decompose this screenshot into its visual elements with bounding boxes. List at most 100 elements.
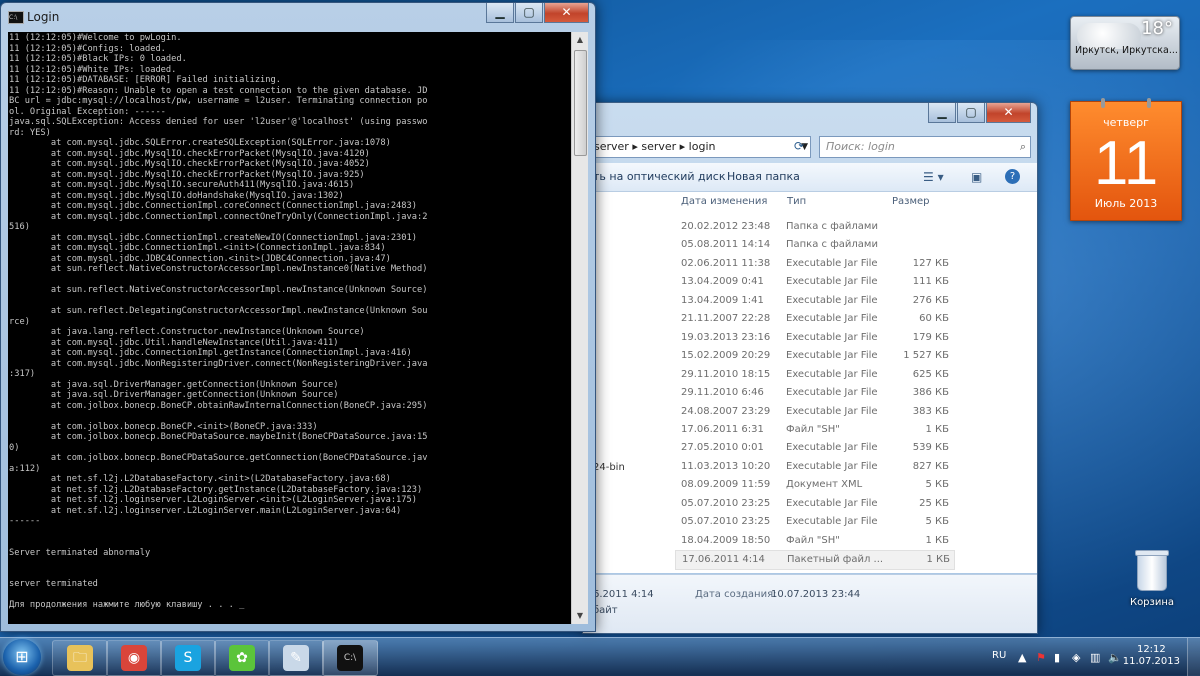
close-button[interactable]: ✕ bbox=[544, 3, 589, 23]
minimize-button[interactable]: ▁ bbox=[486, 3, 514, 23]
explorer-window-buttons: ▁ ▢ ✕ bbox=[928, 103, 1031, 123]
battery-icon[interactable]: ▮ bbox=[1054, 651, 1060, 664]
file-row[interactable]: 17.06.2011 6:31 Файл "SH" 1 КБ bbox=[675, 421, 953, 439]
file-row[interactable]: 11.03.2013 10:20 Executable Jar File 827 К… bbox=[675, 458, 953, 476]
file-date: 15.02.2009 20:29 bbox=[681, 350, 771, 362]
console-scrollbar[interactable]: ▲ ▼ bbox=[571, 32, 588, 624]
file-type: Файл "SH" bbox=[786, 534, 840, 546]
file-date: 11.03.2013 10:20 bbox=[681, 460, 771, 472]
file-row[interactable]: 15.02.2009 20:29 Executable Jar File 1 527… bbox=[675, 347, 953, 365]
view-options-icon[interactable]: ☰ ▾ bbox=[923, 163, 944, 191]
file-row[interactable]: 21.11.2007 22:28 Executable Jar File 60 КБ bbox=[675, 310, 953, 328]
maximize-button[interactable]: ▢ bbox=[515, 3, 543, 23]
taskbar-app-green-button[interactable]: ✿ bbox=[214, 640, 270, 676]
file-date: 24.08.2007 23:29 bbox=[681, 405, 771, 417]
search-icon[interactable]: ⌕ bbox=[1020, 137, 1026, 157]
taskbar-skype-button[interactable]: S bbox=[160, 640, 216, 676]
file-row[interactable]: 13.04.2009 0:41 Executable Jar File 111 КБ bbox=[675, 273, 953, 291]
address-bar[interactable]: server ▸ server ▸ login ▼ bbox=[587, 136, 811, 158]
file-date: 27.05.2010 0:01 bbox=[681, 442, 764, 454]
taskbar-explorer-button[interactable]: 🗀 bbox=[52, 640, 108, 676]
start-button[interactable]: ⊞ bbox=[3, 639, 41, 675]
close-button[interactable]: ✕ bbox=[986, 103, 1031, 123]
file-date: 13.04.2009 0:41 bbox=[681, 276, 764, 288]
scroll-up-icon[interactable]: ▲ bbox=[572, 32, 588, 48]
language-indicator[interactable]: RU bbox=[992, 650, 1006, 661]
details-size: байт bbox=[593, 605, 618, 616]
console-text: 11 (12:12:05)#Welcome to pwLogin. 11 (12… bbox=[9, 33, 428, 610]
help-icon[interactable]: ? bbox=[1005, 169, 1020, 184]
file-row[interactable]: 05.07.2010 23:25 Executable Jar File 25 КБ bbox=[675, 495, 953, 513]
minimize-button[interactable]: ▁ bbox=[928, 103, 956, 123]
taskbar: ⊞ 🗀 ◉ S ✿ ✎ C:\ RU ▲ ⚑ ▮ ◈ ▥ 🔈 12:12 11.07.20… bbox=[0, 637, 1200, 676]
explorer-window[interactable]: ▁ ▢ ✕ server ▸ server ▸ login ▼ ⟳ Поиск:… bbox=[582, 102, 1038, 634]
calendar-gadget[interactable]: четверг 11 Июль 2013 bbox=[1070, 98, 1182, 221]
file-row[interactable]: 13.04.2009 1:41 Executable Jar File 276 КБ bbox=[675, 292, 953, 310]
file-size: 1 КБ bbox=[926, 554, 950, 566]
calendar-weekday: четверг bbox=[1103, 116, 1149, 129]
column-header-date[interactable]: Дата изменения bbox=[681, 192, 767, 212]
file-date: 19.03.2013 23:16 bbox=[681, 331, 771, 343]
console-output[interactable]: 11 (12:12:05)#Welcome to pwLogin. 11 (12… bbox=[8, 32, 571, 624]
file-type: Executable Jar File bbox=[786, 257, 878, 269]
clock[interactable]: 12:12 11.07.2013 bbox=[1123, 644, 1180, 668]
file-row[interactable]: 02.06.2011 11:38 Executable Jar File 127 К… bbox=[675, 255, 953, 273]
file-type: Папка с файлами bbox=[786, 221, 878, 232]
column-header-type[interactable]: Тип bbox=[787, 192, 806, 212]
search-input[interactable]: Поиск: login ⌕ bbox=[819, 136, 1031, 158]
file-row[interactable]: 19.03.2013 23:16 Executable Jar File 179 К… bbox=[675, 329, 953, 347]
refresh-icon[interactable]: ⟳ bbox=[789, 136, 809, 156]
file-type: Executable Jar File bbox=[786, 387, 878, 399]
volume-icon[interactable]: 🔈 bbox=[1108, 651, 1122, 664]
file-size: 386 КБ bbox=[912, 387, 949, 399]
file-row[interactable]: 05.08.2011 14:14 Папка с файлами bbox=[675, 236, 953, 254]
scroll-down-icon[interactable]: ▼ bbox=[572, 608, 588, 624]
file-row[interactable]: 29.11.2010 6:46 Executable Jar File 386 КБ bbox=[675, 384, 953, 402]
recycle-bin-icon bbox=[1135, 550, 1169, 591]
taskbar-chrome-button[interactable]: ◉ bbox=[106, 640, 162, 676]
file-type: Executable Jar File bbox=[786, 294, 878, 306]
file-date: 08.09.2009 11:59 bbox=[681, 479, 771, 491]
console-window[interactable]: C:\ Login ▁ ▢ ✕ 11 (12:12:05)#Welcome to… bbox=[0, 2, 596, 632]
file-date: 05.07.2010 23:25 bbox=[681, 497, 771, 509]
taskbar-cmd-button[interactable]: C:\ bbox=[322, 640, 378, 676]
file-row[interactable]: 05.07.2010 23:25 Executable Jar File 5 КБ bbox=[675, 513, 953, 531]
file-type: Executable Jar File bbox=[786, 516, 878, 528]
file-row[interactable]: 29.11.2010 18:15 Executable Jar File 625 К… bbox=[675, 366, 953, 384]
weather-gadget[interactable]: 18° Иркутск, Иркутска... bbox=[1070, 16, 1180, 70]
file-row[interactable]: 18.04.2009 18:50 Файл "SH" 1 КБ bbox=[675, 532, 953, 550]
burn-button[interactable]: ть на оптический диск bbox=[593, 163, 726, 191]
column-header-size[interactable]: Размер bbox=[892, 192, 930, 212]
calendar-day: 11 bbox=[1093, 129, 1159, 198]
recycle-bin[interactable]: Корзина bbox=[1128, 550, 1176, 608]
file-row[interactable]: 08.09.2009 11:59 Документ XML 5 КБ bbox=[675, 476, 953, 494]
new-folder-button[interactable]: Новая папка bbox=[727, 163, 800, 191]
file-size: 383 КБ bbox=[912, 405, 949, 417]
weather-city: Иркутск, Иркутска... bbox=[1075, 45, 1178, 56]
taskbar-app-notes-button[interactable]: ✎ bbox=[268, 640, 324, 676]
details-created-label: Дата создания: bbox=[695, 589, 777, 600]
file-row[interactable]: 17.06.2011 4:14 Пакетный файл ... 1 КБ bbox=[675, 550, 955, 571]
file-row[interactable]: 27.05.2010 0:01 Executable Jar File 539 КБ bbox=[675, 439, 953, 457]
weather-temperature: 18° bbox=[1141, 18, 1173, 39]
show-desktop-button[interactable] bbox=[1187, 638, 1200, 676]
app-notes-icon: ✎ bbox=[283, 645, 309, 671]
system-tray: RU ▲ ⚑ ▮ ◈ ▥ 🔈 12:12 11.07.2013 bbox=[970, 638, 1200, 676]
maximize-button[interactable]: ▢ bbox=[957, 103, 985, 123]
file-name-partial: 24-bin bbox=[593, 462, 625, 473]
file-date: 29.11.2010 6:46 bbox=[681, 387, 764, 399]
file-date: 21.11.2007 22:28 bbox=[681, 313, 771, 325]
window-title: Login bbox=[27, 10, 60, 24]
network-icon[interactable]: ▥ bbox=[1090, 651, 1100, 664]
network-warning-icon[interactable]: ⚑ bbox=[1036, 651, 1046, 664]
tray-app-icon[interactable]: ◈ bbox=[1072, 651, 1080, 664]
file-date: 29.11.2010 18:15 bbox=[681, 368, 771, 380]
preview-pane-icon[interactable]: ▣ bbox=[971, 163, 982, 191]
file-row[interactable]: 20.02.2012 23:48 Папка с файлами bbox=[675, 218, 953, 236]
calendar-month-year: Июль 2013 bbox=[1094, 197, 1158, 210]
scroll-thumb[interactable] bbox=[574, 50, 587, 156]
file-row[interactable]: 24.08.2007 23:29 Executable Jar File 383 К… bbox=[675, 403, 953, 421]
file-type: Документ XML bbox=[786, 479, 863, 491]
file-size: 625 КБ bbox=[912, 368, 949, 380]
show-hidden-icons-icon[interactable]: ▲ bbox=[1018, 651, 1026, 664]
